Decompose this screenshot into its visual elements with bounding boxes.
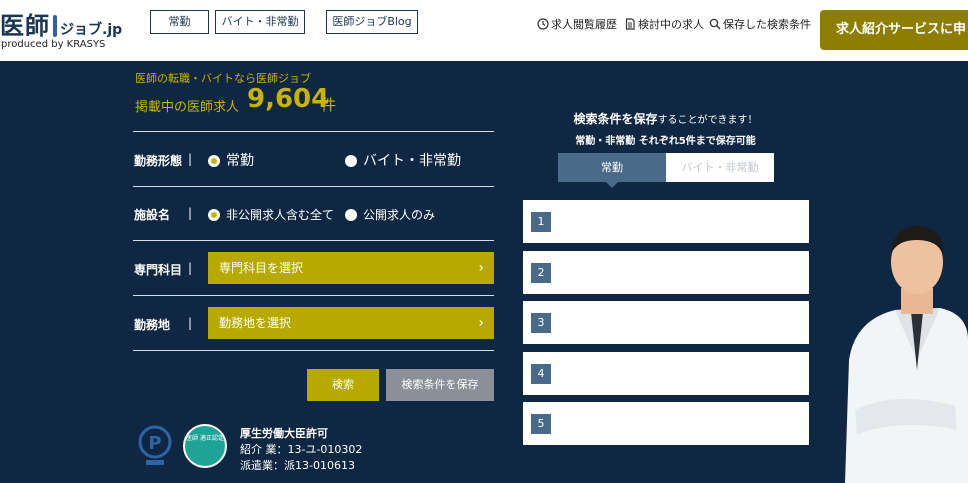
employment-type-label: 勤務形態	[134, 154, 183, 168]
saved-conditions-title-main: 検索条件を保存	[573, 112, 658, 126]
location-select-label: 勤務地を選択	[219, 316, 292, 330]
divider	[133, 186, 494, 187]
radio-unselected-icon	[345, 155, 357, 167]
radio-fulltime[interactable]: 常勤	[208, 150, 254, 170]
job-count-unit: 件	[321, 96, 337, 114]
tab-fulltime[interactable]: 常勤	[558, 153, 666, 188]
slot-number: 4	[531, 364, 551, 384]
divider	[133, 131, 494, 132]
privacy-mark-icon: P	[138, 425, 172, 465]
slot-number: 1	[531, 212, 551, 232]
radio-public-only[interactable]: 公開求人のみ	[345, 206, 435, 223]
considering-link[interactable]: 検討中の求人	[624, 16, 704, 32]
license-title: 厚生労働大臣許可	[240, 427, 328, 440]
job-count: 9,604	[247, 84, 330, 114]
label-separator: |	[188, 206, 193, 220]
saved-conditions-link[interactable]: 保存した検索条件	[709, 16, 811, 32]
apply-service-button[interactable]: 求人紹介サービスに申し込	[820, 10, 968, 50]
license-placement: 紹介 業：13-ユ-010302	[240, 443, 363, 456]
radio-unselected-icon	[345, 209, 357, 221]
location-select-button[interactable]: 勤務地を選択 ›	[208, 307, 494, 339]
radio-parttime[interactable]: バイト・非常勤	[345, 150, 461, 170]
nav-parttime-button[interactable]: バイト・非常勤	[215, 10, 305, 34]
radio-all-jobs[interactable]: 非公開求人含む全て	[208, 206, 334, 223]
divider	[133, 295, 494, 296]
radio-selected-icon	[208, 155, 220, 167]
history-link[interactable]: 求人閲覧履歴	[537, 16, 617, 32]
slot-number: 5	[531, 414, 551, 434]
site-header: 医師 ジョブ.jp produced by KRASYS 常勤 バイト・非常勤 医…	[0, 0, 968, 61]
chevron-right-icon: ›	[478, 315, 484, 331]
saved-conditions-title: 検索条件を保存することができます！	[522, 110, 809, 127]
chevron-right-icon: ›	[478, 260, 484, 276]
tab-parttime[interactable]: バイト・非常勤	[666, 153, 774, 182]
saved-slot[interactable]: 4	[523, 352, 809, 395]
saved-slot[interactable]: 5	[523, 402, 809, 445]
nav-fulltime-button[interactable]: 常勤	[150, 10, 209, 34]
radio-parttime-label: バイト・非常勤	[363, 153, 461, 169]
saved-conditions-title-rest: することができます！	[657, 115, 758, 126]
site-logo[interactable]: 医師 ジョブ.jp produced by KRASYS	[0, 6, 123, 50]
divider	[133, 240, 494, 241]
save-conditions-button[interactable]: 検索条件を保存	[386, 369, 494, 401]
specialty-label: 専門科目	[134, 263, 183, 277]
radio-selected-icon	[208, 209, 220, 221]
slot-number: 2	[531, 263, 551, 283]
location-label: 勤務地	[134, 318, 171, 332]
label-separator: |	[188, 261, 193, 275]
radio-all-jobs-label: 非公開求人含む全て	[226, 208, 335, 222]
saved-conditions-link-label: 保存した検索条件	[723, 18, 811, 31]
job-count-label: 掲載中の医師求人	[135, 100, 240, 115]
radio-fulltime-label: 常勤	[226, 153, 254, 169]
saved-slot[interactable]: 2	[523, 251, 809, 294]
divider	[133, 350, 494, 351]
logo-sub-text: ジョブ.jp	[60, 22, 123, 38]
document-icon	[625, 18, 635, 30]
saved-slot[interactable]: 1	[523, 200, 809, 243]
saved-slot[interactable]: 3	[523, 301, 809, 344]
history-icon	[537, 18, 549, 30]
saved-conditions-subtitle: 常勤・非常勤 それぞれ5件まで保存可能	[575, 136, 756, 147]
history-link-label: 求人閲覧履歴	[551, 18, 617, 31]
radio-public-only-label: 公開求人のみ	[363, 208, 436, 222]
logo-main-text: 医師	[0, 12, 50, 40]
facility-label: 施設名	[134, 208, 171, 222]
doctor-photo	[845, 226, 968, 483]
slot-number: 3	[531, 313, 551, 333]
nav-blog-button[interactable]: 医師ジョブBlog	[326, 10, 418, 34]
label-separator: |	[188, 152, 193, 166]
certification-badge-text: 医師 適正認定	[186, 435, 224, 442]
logo-tagline: produced by KRASYS	[1, 39, 106, 50]
certification-badge: 医師 適正認定	[183, 424, 227, 468]
license-dispatch: 派遣業：派13-010613	[240, 459, 355, 472]
svg-text:P: P	[148, 433, 161, 454]
considering-link-label: 検討中の求人	[638, 18, 704, 31]
search-icon	[709, 18, 721, 30]
label-separator: |	[188, 316, 193, 330]
specialty-select-label: 専門科目を選択	[219, 261, 304, 275]
logo-figure-icon	[53, 15, 57, 37]
search-button[interactable]: 検索	[307, 369, 379, 401]
specialty-select-button[interactable]: 専門科目を選択 ›	[208, 252, 494, 284]
